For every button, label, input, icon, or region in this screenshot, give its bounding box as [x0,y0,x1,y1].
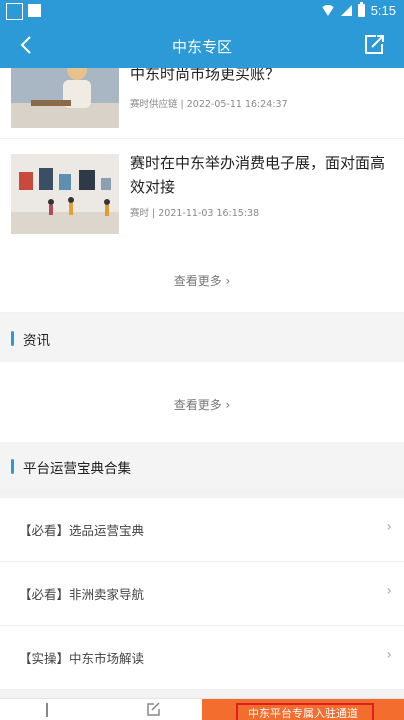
signal-icon [340,5,352,16]
view-more-link[interactable]: 查看更多 › [0,272,404,289]
status-bar: 5:15 [0,0,404,24]
chevron-right-icon: › [386,519,392,535]
chevron-right-icon: › [386,647,392,663]
article-meta: 赛时 | 2021-11-03 16:15:38 [130,208,260,219]
more-block: 查看更多 › [0,244,404,312]
highlight-box [236,703,374,720]
list-item[interactable]: 【实操】中东市场解读 › [0,626,404,690]
article-title: 中东时尚市场更买账？ [130,68,281,83]
bottom-bar: 中东平台专属入驻通道 [0,698,404,720]
article-item[interactable]: 赛时在中东举办消费电子展，面对面高效对接 赛时 | 2021-11-03 16:… [0,138,404,244]
list-item-label: 【必看】非洲卖家导航 [19,587,145,602]
section-header-guides: 平台运营宝典合集 [0,442,404,490]
list-item[interactable]: 【必看】非洲卖家导航 › [0,562,404,626]
section-accent [11,331,14,346]
join-channel-button[interactable]: 中东平台专属入驻通道 [202,699,404,720]
section-accent [11,459,14,474]
wifi-icon [320,5,335,16]
section-title: 平台运营宝典合集 [23,461,131,477]
battery-icon [357,2,365,17]
article-item[interactable]: 中东时尚市场更买账？ 赛时供应链 | 2022-05-11 16:24:37 [0,68,404,138]
list-item[interactable]: 【必看】选品运营宝典 › [0,498,404,562]
section-title: 资讯 [23,333,50,349]
share-icon[interactable] [146,701,160,716]
article-title: 赛时在中东举办消费电子展，面对面高效对接 [130,154,386,196]
chevron-right-icon: › [386,583,392,599]
news-block: 查看更多 › [0,362,404,442]
nav-bar: 中东专区 [0,24,404,68]
article-thumbnail [11,68,119,128]
favorite-icon[interactable] [46,703,48,717]
list-item-label: 【实操】中东市场解读 [19,651,145,666]
section-header-news: 资讯 [0,314,404,362]
status-time: 5:15 [370,3,396,18]
view-more-link[interactable]: 查看更多 › [0,396,404,413]
article-thumbnail [11,154,119,234]
notification-icon [6,3,23,20]
article-meta: 赛时供应链 | 2022-05-11 16:24:37 [130,99,288,110]
notification-icon-2 [28,4,41,17]
share-icon[interactable] [362,33,386,57]
page-title: 中东专区 [171,38,232,56]
scroll-content[interactable]: 中东时尚市场更买账？ 赛时供应链 | 2022-05-11 16:24:37 赛… [0,68,404,698]
list-item-label: 【必看】选品运营宝典 [19,523,145,538]
